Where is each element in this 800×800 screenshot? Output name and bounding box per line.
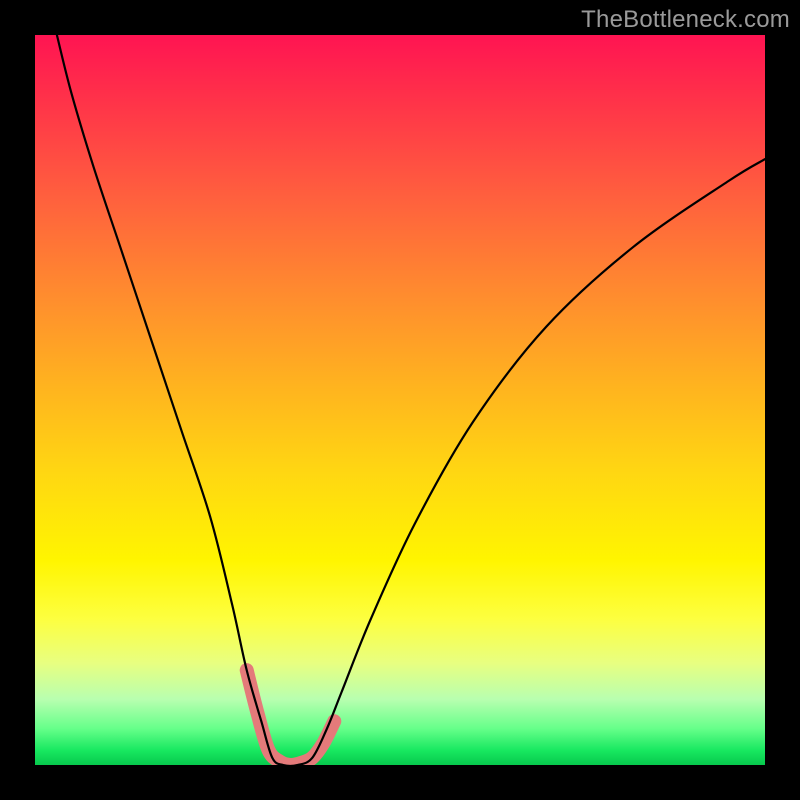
- curve-layer: [35, 35, 765, 765]
- bottleneck-curve: [57, 35, 765, 765]
- watermark-text: TheBottleneck.com: [581, 6, 790, 34]
- plot-area: [35, 35, 765, 765]
- chart-frame: TheBottleneck.com: [0, 0, 800, 800]
